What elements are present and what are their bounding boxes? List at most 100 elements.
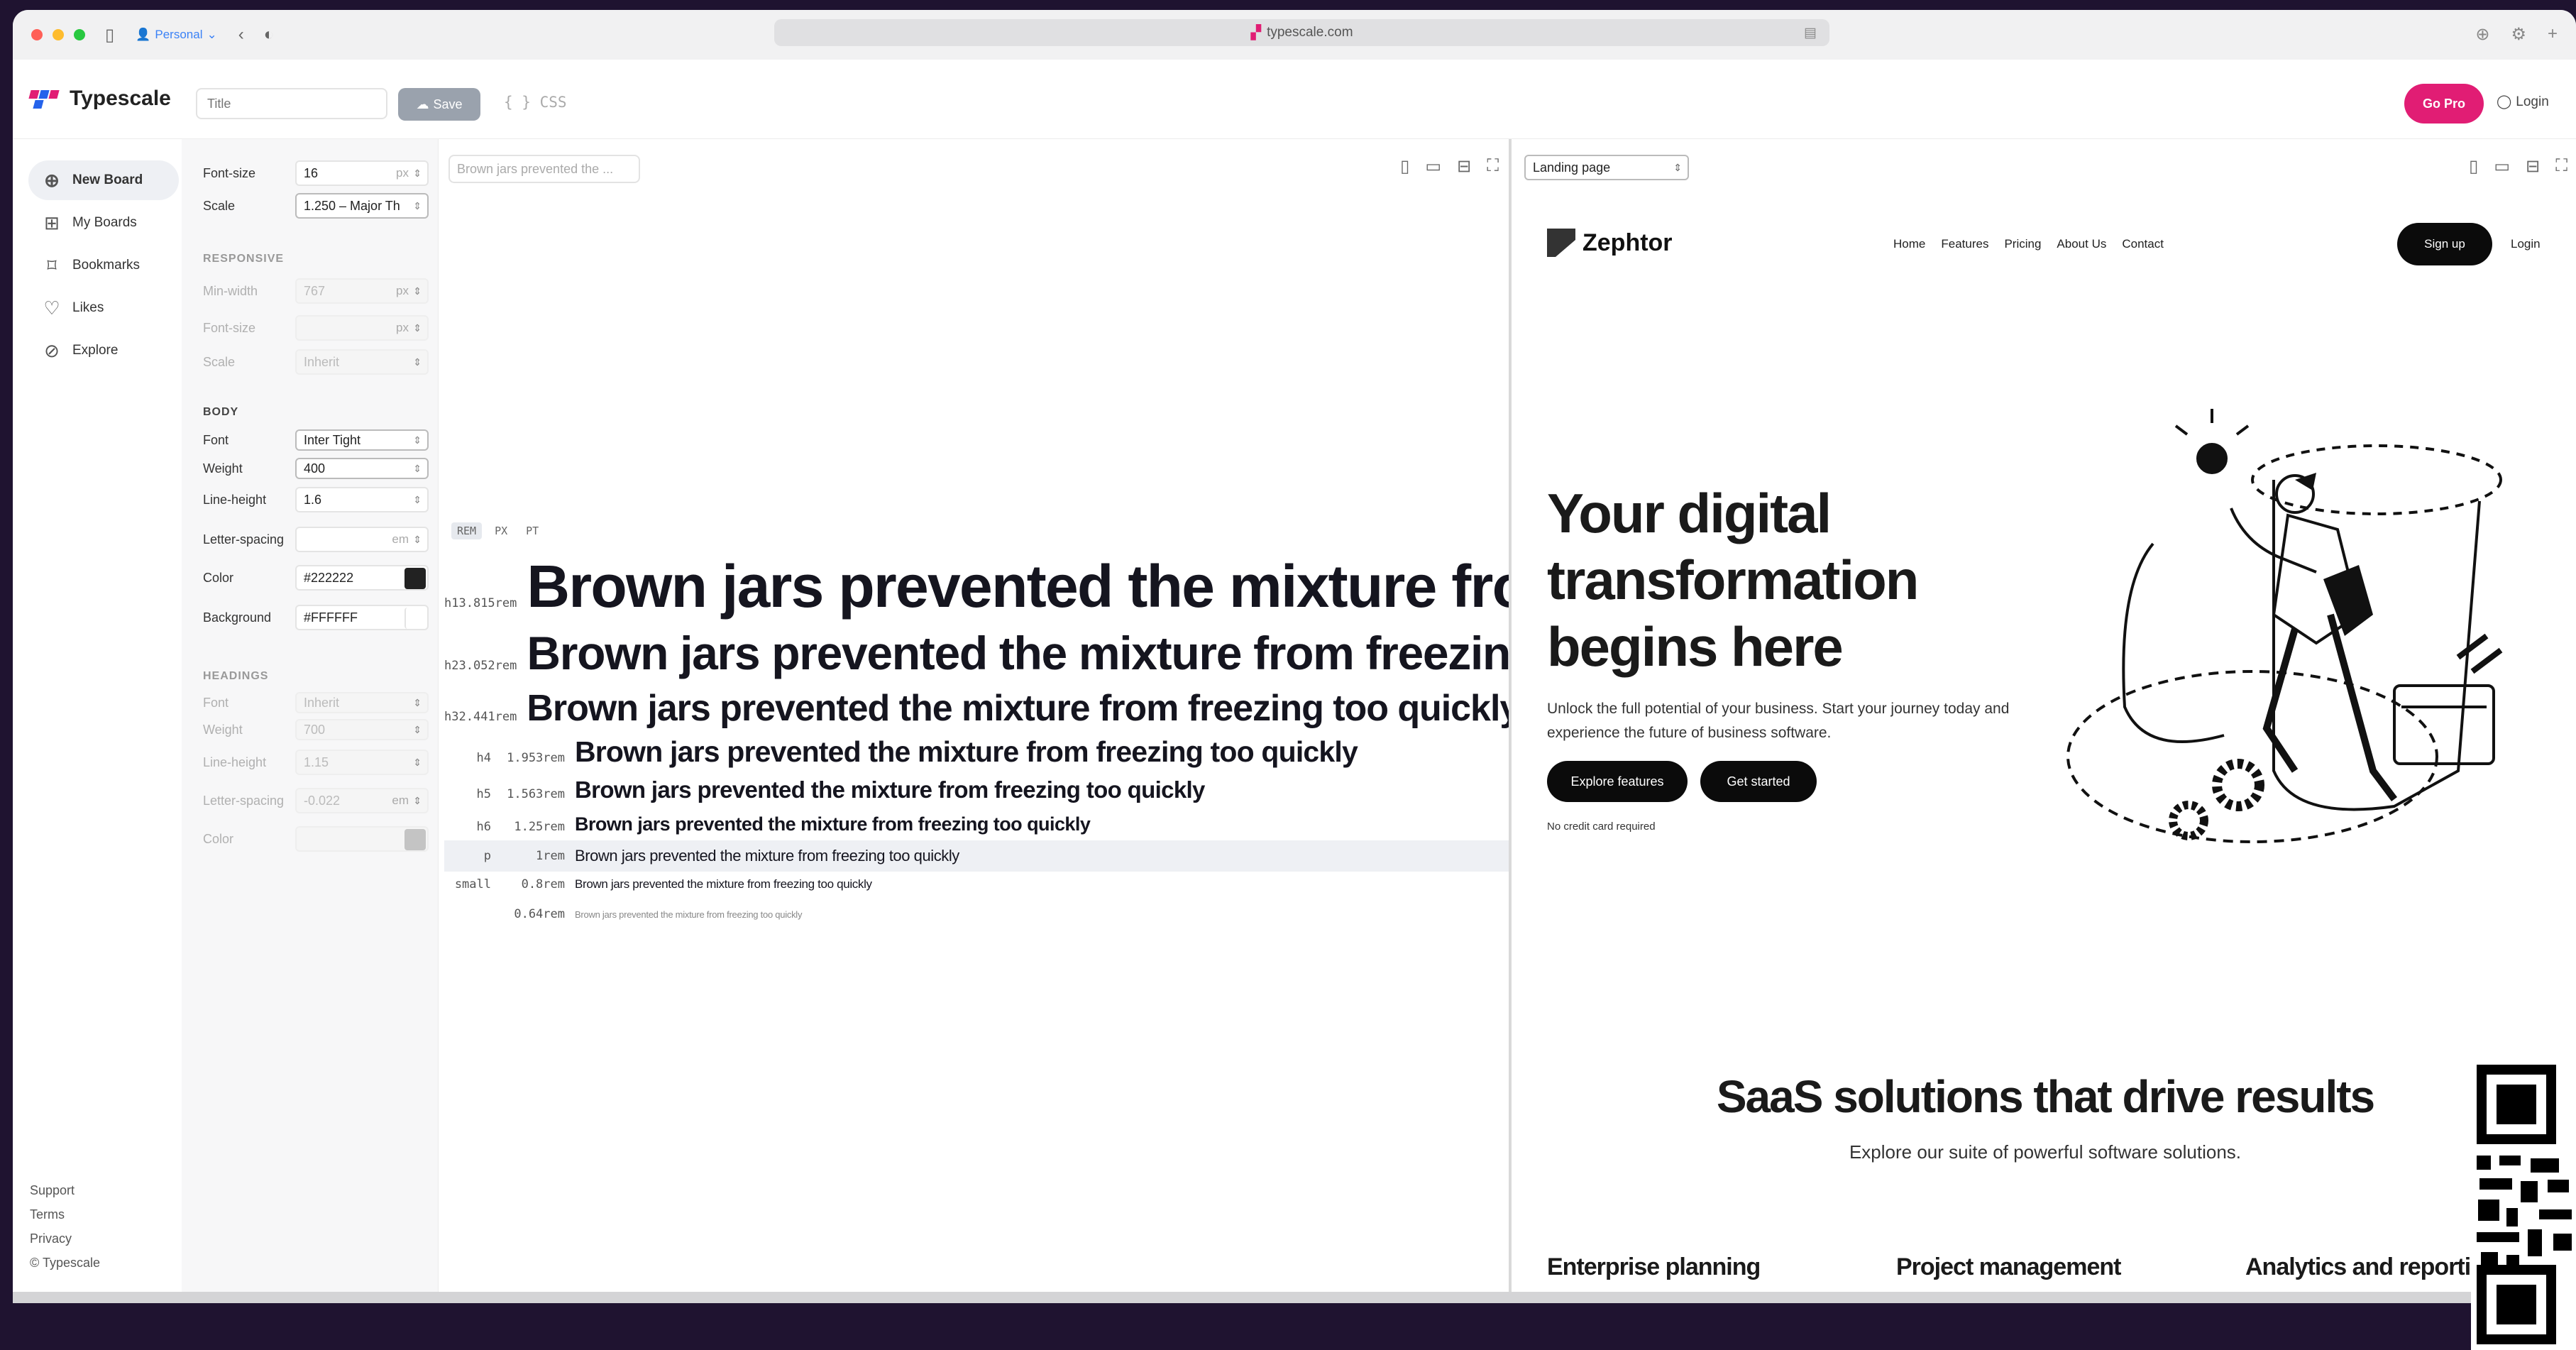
board-title-input[interactable] — [196, 88, 387, 119]
shield-icon[interactable]: ◐ — [264, 25, 275, 45]
scale-row-h6[interactable]: h6 1.25rem Brown jars prevented the mixt… — [444, 813, 1509, 835]
nav-about-link[interactable]: About Us — [2057, 237, 2106, 251]
privacy-link[interactable]: Privacy — [30, 1226, 100, 1251]
explore-features-button[interactable]: Explore features — [1547, 761, 1688, 802]
nav-pricing-link[interactable]: Pricing — [2004, 237, 2041, 251]
desktop-view-icon[interactable]: ▭ — [2494, 156, 2510, 177]
signup-button[interactable]: Sign up — [2397, 223, 2492, 265]
body-letter-spacing-input[interactable]: em ⇕ — [295, 527, 429, 552]
unit-px-tab[interactable]: PX — [489, 522, 513, 539]
unit-pt-tab[interactable]: PT — [520, 522, 544, 539]
stepper-icon[interactable]: ⇕ — [413, 795, 422, 807]
sidebar-toggle-icon[interactable]: ▯ — [105, 25, 114, 45]
fullscreen-icon[interactable]: ⛶ — [2555, 156, 2567, 177]
nav-contact-link[interactable]: Contact — [2122, 237, 2164, 251]
zephtor-logo[interactable]: Zephtor — [1547, 229, 1673, 257]
typescale-logo[interactable]: Typescale — [28, 87, 171, 111]
download-icon[interactable]: ⊕ — [2475, 24, 2489, 45]
desktop-view-icon[interactable]: ▭ — [1425, 156, 1441, 177]
body-font-select[interactable]: Inter Tight ⇕ — [295, 429, 429, 451]
split-view-icon[interactable]: ⊟ — [1457, 156, 1471, 177]
maximize-window-button[interactable] — [74, 29, 85, 40]
scale-row-p[interactable]: p 1rem Brown jars prevented the mixture … — [444, 840, 1509, 872]
left-sidebar: ⊕ New Board ⊞ My Boards ⌑ Bookmarks ♡ Li… — [13, 139, 182, 1302]
body-color-input[interactable]: #222222 — [295, 565, 429, 591]
go-pro-button[interactable]: Go Pro — [2404, 84, 2484, 124]
body-color-value: #222222 — [304, 570, 354, 585]
scale-row-h5[interactable]: h5 1.563rem Brown jars prevented the mix… — [444, 776, 1509, 803]
sidebar-item-new-board[interactable]: ⊕ New Board — [28, 160, 179, 200]
body-line-height-value: 1.6 — [304, 492, 322, 507]
nav-home-link[interactable]: Home — [1893, 237, 1925, 251]
scale-value: 1.563rem — [507, 787, 565, 801]
settings-icon[interactable]: ⚙ — [2511, 24, 2526, 45]
minimize-window-button[interactable] — [53, 29, 64, 40]
sample-text-input[interactable]: Brown jars prevented the ... — [448, 155, 640, 183]
headings-weight-select[interactable]: 700 ⇕ — [295, 719, 429, 740]
scale-row-h2[interactable]: h2 3.052rem Brown jars prevented the mix… — [444, 626, 1509, 680]
landing-login-link[interactable]: Login — [2511, 237, 2541, 251]
scale-row-h4[interactable]: h4 1.953rem Brown jars prevented the mix… — [444, 735, 1509, 769]
headings-line-height-input[interactable]: 1.15 ⇕ — [295, 750, 429, 775]
headings-letter-spacing-input[interactable]: -0.022 em ⇕ — [295, 788, 429, 813]
sidebar-item-bookmarks[interactable]: ⌑ Bookmarks — [28, 246, 179, 285]
body-line-height-input[interactable]: 1.6 ⇕ — [295, 487, 429, 512]
terms-link[interactable]: Terms — [30, 1202, 100, 1226]
responsive-font-size-input[interactable]: px ⇕ — [295, 315, 429, 341]
section-title: SaaS solutions that drive results — [1716, 1071, 2375, 1122]
scale-row-small[interactable]: small 0.8rem Brown jars prevented the mi… — [444, 877, 1509, 891]
headings-font-row: Font Inherit ⇕ — [203, 690, 430, 715]
min-width-unit: px — [396, 284, 409, 297]
sidebar-item-explore[interactable]: ⊘ Explore — [28, 331, 179, 371]
body-background-input[interactable]: #FFFFFF — [295, 605, 429, 630]
save-button[interactable]: ☁ Save — [398, 88, 480, 121]
color-swatch[interactable] — [404, 829, 426, 850]
address-bar[interactable]: ▞ typescale.com ▤ — [774, 19, 1829, 46]
headings-font-label: Font — [203, 695, 229, 710]
stepper-icon[interactable]: ⇕ — [413, 534, 422, 546]
scale-sample: Brown jars prevented the mixture from fr… — [527, 553, 1509, 620]
scale-select[interactable]: 1.250 – Major Th ⇕ — [295, 193, 429, 219]
unit-rem-tab[interactable]: REM — [451, 522, 483, 539]
nav-features-link[interactable]: Features — [1941, 237, 1988, 251]
close-window-button[interactable] — [31, 29, 43, 40]
select-arrows-icon: ⇕ — [413, 356, 422, 368]
fullscreen-icon[interactable]: ⛶ — [1487, 156, 1499, 177]
stepper-icon[interactable]: ⇕ — [413, 494, 422, 506]
get-started-button[interactable]: Get started — [1700, 761, 1817, 802]
sidebar-item-my-boards[interactable]: ⊞ My Boards — [28, 203, 179, 243]
font-size-input[interactable]: 16 px ⇕ — [295, 160, 429, 186]
reader-icon[interactable]: ▤ — [1804, 25, 1817, 41]
headings-font-select[interactable]: Inherit ⇕ — [295, 692, 429, 713]
profile-selector[interactable]: 👤 Personal ⌄ — [136, 28, 217, 42]
scale-row-xs[interactable]: 0.64rem Brown jars prevented the mixture… — [444, 907, 1509, 921]
stepper-icon[interactable]: ⇕ — [413, 285, 422, 297]
body-weight-row: Weight 400 ⇕ — [203, 456, 430, 481]
support-link[interactable]: Support — [30, 1178, 100, 1202]
sidebar-item-likes[interactable]: ♡ Likes — [28, 288, 179, 328]
back-icon[interactable]: ‹ — [238, 25, 244, 45]
login-button[interactable]: ◯ Login — [2497, 94, 2549, 110]
headings-color-row: Color — [203, 826, 430, 852]
headings-color-input[interactable] — [295, 826, 429, 852]
new-tab-icon[interactable]: + — [2548, 24, 2558, 45]
mobile-view-icon[interactable]: ▯ — [2469, 156, 2478, 177]
min-width-input[interactable]: 767 px ⇕ — [295, 278, 429, 304]
scale-row-h1[interactable]: h1 3.815rem Brown jars prevented the mix… — [444, 552, 1509, 621]
stepper-icon[interactable]: ⇕ — [413, 757, 422, 769]
mobile-view-icon[interactable]: ▯ — [1400, 156, 1409, 177]
responsive-scale-select[interactable]: Inherit ⇕ — [295, 349, 429, 375]
scale-row-h3[interactable]: h3 2.441rem Brown jars prevented the mix… — [444, 687, 1509, 730]
background-swatch[interactable] — [404, 608, 426, 629]
scale-sample: Brown jars prevented the mixture from fr… — [575, 909, 803, 920]
color-swatch[interactable] — [404, 568, 426, 589]
body-weight-select[interactable]: 400 ⇕ — [295, 458, 429, 479]
headings-color-label: Color — [203, 831, 234, 846]
feature-heading-project: Project management — [1896, 1253, 2121, 1280]
stepper-icon[interactable]: ⇕ — [413, 322, 422, 334]
split-view-icon[interactable]: ⊟ — [2526, 156, 2540, 177]
template-select[interactable]: Landing page ⇕ — [1524, 155, 1689, 180]
stepper-icon[interactable]: ⇕ — [413, 168, 422, 180]
sidebar-item-label: Likes — [72, 300, 104, 315]
css-button[interactable]: { } CSS — [504, 94, 567, 111]
